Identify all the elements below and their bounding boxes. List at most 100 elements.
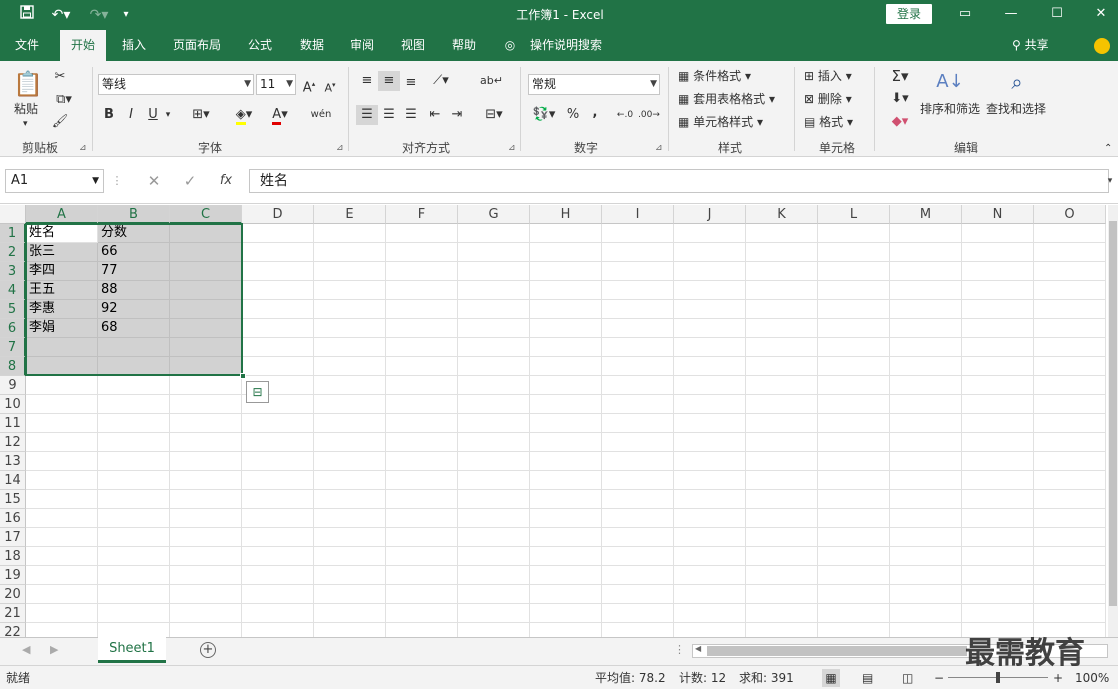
cell-b6[interactable]: 68 (98, 319, 170, 338)
cell-m6[interactable] (890, 319, 962, 338)
cell-e2[interactable] (314, 243, 386, 262)
cell-d6[interactable] (242, 319, 314, 338)
cell-f21[interactable] (386, 604, 458, 623)
cell-h21[interactable] (530, 604, 602, 623)
cell-c12[interactable] (170, 433, 242, 452)
cell-c14[interactable] (170, 471, 242, 490)
row-header-10[interactable]: 10 (0, 395, 26, 414)
cell-b17[interactable] (98, 528, 170, 547)
format-cells-button[interactable]: ▤ 格式 ▾ (804, 112, 853, 132)
alignment-launcher-icon[interactable]: ⊿ (508, 143, 516, 153)
column-header-m[interactable]: M (890, 205, 962, 224)
cell-h14[interactable] (530, 471, 602, 490)
tab-home[interactable]: 开始 (60, 30, 106, 61)
borders-icon[interactable]: ⊞▾ (186, 105, 216, 125)
cell-l11[interactable] (818, 414, 890, 433)
cell-a13[interactable] (26, 452, 98, 471)
sheet-next-icon[interactable]: ▶ (50, 643, 58, 656)
cell-m22[interactable] (890, 623, 962, 637)
ribbon-display-icon[interactable]: ▭ (950, 4, 980, 24)
cell-l20[interactable] (818, 585, 890, 604)
expand-formula-icon[interactable]: ▾ (1102, 169, 1118, 193)
percent-button[interactable]: % (564, 105, 582, 125)
cell-b1[interactable]: 分数 (98, 224, 170, 243)
cell-c22[interactable] (170, 623, 242, 637)
cell-h12[interactable] (530, 433, 602, 452)
cell-b15[interactable] (98, 490, 170, 509)
cell-i3[interactable] (602, 262, 674, 281)
cell-m2[interactable] (890, 243, 962, 262)
cell-m12[interactable] (890, 433, 962, 452)
cell-b18[interactable] (98, 547, 170, 566)
cell-f17[interactable] (386, 528, 458, 547)
cell-e14[interactable] (314, 471, 386, 490)
cell-n20[interactable] (962, 585, 1034, 604)
cell-h3[interactable] (530, 262, 602, 281)
delete-cells-button[interactable]: ⊠ 删除 ▾ (804, 89, 852, 109)
cell-a5[interactable]: 李惠 (26, 300, 98, 319)
cell-l22[interactable] (818, 623, 890, 637)
cell-n14[interactable] (962, 471, 1034, 490)
cell-n17[interactable] (962, 528, 1034, 547)
cell-d12[interactable] (242, 433, 314, 452)
column-header-l[interactable]: L (818, 205, 890, 224)
cell-m3[interactable] (890, 262, 962, 281)
cell-j17[interactable] (674, 528, 746, 547)
cell-o14[interactable] (1034, 471, 1106, 490)
cell-a19[interactable] (26, 566, 98, 585)
font-size-select[interactable]: 11 ▼ (256, 74, 296, 95)
cell-k11[interactable] (746, 414, 818, 433)
row-header-15[interactable]: 15 (0, 490, 26, 509)
row-header-13[interactable]: 13 (0, 452, 26, 471)
cell-m1[interactable] (890, 224, 962, 243)
cell-f14[interactable] (386, 471, 458, 490)
customize-qat-icon[interactable]: ▾ (118, 5, 134, 25)
cell-h15[interactable] (530, 490, 602, 509)
cell-f9[interactable] (386, 376, 458, 395)
cell-j3[interactable] (674, 262, 746, 281)
cell-g9[interactable] (458, 376, 530, 395)
cell-k4[interactable] (746, 281, 818, 300)
cell-o20[interactable] (1034, 585, 1106, 604)
row-header-18[interactable]: 18 (0, 547, 26, 566)
copy-icon[interactable]: ⧉▾ (50, 90, 78, 110)
cell-e13[interactable] (314, 452, 386, 471)
cell-c4[interactable] (170, 281, 242, 300)
cell-o8[interactable] (1034, 357, 1106, 376)
cell-d15[interactable] (242, 490, 314, 509)
cell-f18[interactable] (386, 547, 458, 566)
cell-d11[interactable] (242, 414, 314, 433)
cell-g8[interactable] (458, 357, 530, 376)
cell-m11[interactable] (890, 414, 962, 433)
italic-button[interactable]: I (122, 105, 140, 125)
cell-d4[interactable] (242, 281, 314, 300)
page-layout-view-icon[interactable]: ▤ (862, 669, 873, 687)
cell-l4[interactable] (818, 281, 890, 300)
cell-j6[interactable] (674, 319, 746, 338)
row-header-11[interactable]: 11 (0, 414, 26, 433)
cell-k14[interactable] (746, 471, 818, 490)
cell-i12[interactable] (602, 433, 674, 452)
cell-g19[interactable] (458, 566, 530, 585)
cell-j10[interactable] (674, 395, 746, 414)
cell-n1[interactable] (962, 224, 1034, 243)
cell-n5[interactable] (962, 300, 1034, 319)
cell-f1[interactable] (386, 224, 458, 243)
cell-d18[interactable] (242, 547, 314, 566)
cell-l3[interactable] (818, 262, 890, 281)
cell-h17[interactable] (530, 528, 602, 547)
cell-m18[interactable] (890, 547, 962, 566)
cell-f11[interactable] (386, 414, 458, 433)
cell-m8[interactable] (890, 357, 962, 376)
cell-d2[interactable] (242, 243, 314, 262)
cell-l15[interactable] (818, 490, 890, 509)
column-header-j[interactable]: J (674, 205, 746, 224)
shrink-font-icon[interactable]: A▾ (321, 75, 339, 95)
align-top-icon[interactable]: ≡ (356, 71, 378, 91)
clear-icon[interactable]: ◆▾ (884, 112, 916, 132)
cell-m9[interactable] (890, 376, 962, 395)
cell-e22[interactable] (314, 623, 386, 637)
add-sheet-icon[interactable]: + (200, 642, 216, 658)
cell-d3[interactable] (242, 262, 314, 281)
row-header-17[interactable]: 17 (0, 528, 26, 547)
